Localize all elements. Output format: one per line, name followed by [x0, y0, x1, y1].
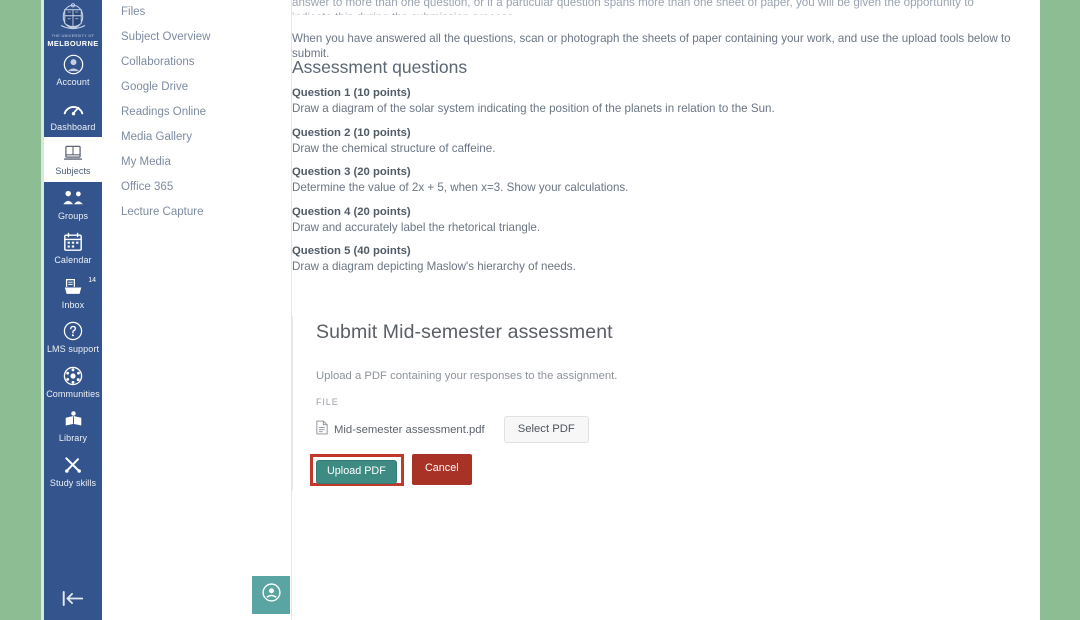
screenshot-root: THE UNIVERSITY OF MELBOURNE Account Dash… — [0, 0, 1080, 620]
intro-paragraph-text: answer to more than one question, or if … — [292, 0, 974, 15]
gnav-item-library[interactable]: Library — [44, 404, 102, 449]
university-name: MELBOURNE — [47, 39, 99, 48]
gnav-collapse-button[interactable] — [44, 590, 102, 612]
gnav-label-study-skills: Study skills — [49, 477, 97, 488]
course-nav-item-subject-overview[interactable]: Subject Overview — [102, 25, 292, 50]
submission-description: Upload a PDF containing your responses t… — [316, 370, 618, 382]
gnav-item-lms-support[interactable]: LMS support — [44, 315, 102, 360]
gnav-label-subjects: Subjects — [55, 166, 91, 176]
gnav-label-library: Library — [58, 433, 88, 443]
gnav-label-account: Account — [56, 77, 90, 87]
gnav-item-calendar[interactable]: Calendar — [44, 226, 102, 271]
assessment-questions-heading: Assessment questions — [292, 57, 468, 77]
collapse-left-arrow-icon — [60, 591, 86, 611]
question-item: Question 5 (40 points) Draw a diagram de… — [292, 244, 892, 274]
page-band-right — [1040, 0, 1080, 620]
question-title: Question 5 (40 points) — [292, 245, 411, 257]
university-crest-icon — [58, 3, 88, 33]
dashboard-icon — [44, 99, 102, 121]
gnav-item-dashboard[interactable]: Dashboard — [44, 93, 102, 138]
account-avatar-icon — [44, 54, 102, 76]
question-item: Question 4 (20 points) Draw and accurate… — [292, 205, 892, 235]
help-circle-icon — [261, 582, 282, 608]
intro-paragraph-clipped: answer to more than one question, or if … — [292, 0, 1022, 15]
question-text: Draw and accurately label the rhetorical… — [292, 220, 541, 234]
question-title: Question 2 (10 points) — [292, 126, 411, 139]
main-content: answer to more than one question, or if … — [292, 0, 1040, 620]
course-nav-item-media-gallery[interactable]: Media Gallery — [102, 125, 292, 150]
course-nav-item-office-365[interactable]: Office 365 — [102, 175, 292, 200]
page-band-left — [0, 0, 41, 620]
question-title: Question 1 (10 points) — [292, 87, 411, 99]
gnav-item-communities[interactable]: Communities — [44, 360, 102, 405]
help-fab-button[interactable] — [252, 576, 290, 614]
course-nav-item-files[interactable]: Files — [102, 0, 292, 25]
inbox-badge-count: 14 — [88, 276, 96, 284]
submission-title: Submit Mid-semester assessment — [316, 321, 613, 343]
question-circle-icon — [44, 321, 102, 343]
submission-widget: Submit Mid-semester assessment Upload a … — [292, 312, 1018, 512]
cancel-button[interactable]: Cancel — [412, 454, 472, 485]
university-logo[interactable]: THE UNIVERSITY OF MELBOURNE — [44, 0, 102, 48]
question-text: Draw a diagram depicting Maslow's hierar… — [292, 260, 576, 273]
question-item: Question 3 (20 points) Determine the val… — [292, 165, 892, 195]
calendar-icon — [44, 232, 102, 254]
course-nav-item-collaborations[interactable]: Collaborations — [102, 50, 292, 75]
inbox-tray-icon: 14 — [44, 277, 102, 299]
course-nav-item-lecture-capture[interactable]: Lecture Capture — [102, 200, 292, 225]
gnav-label-inbox: Inbox — [61, 299, 85, 310]
selected-file-name: Mid-semester assessment.pdf — [334, 423, 485, 436]
upload-pdf-button[interactable]: Upload PDF — [316, 460, 397, 484]
pdf-document-icon — [316, 420, 328, 440]
widget-divider — [292, 316, 293, 490]
gnav-item-study-skills[interactable]: Study skills — [44, 449, 102, 494]
gnav-label-dashboard: Dashboard — [50, 121, 96, 132]
course-nav-item-google-drive[interactable]: Google Drive — [102, 75, 292, 100]
file-row: Mid-semester assessment.pdf Select PDF — [316, 416, 1016, 443]
question-title: Question 4 (20 points) — [292, 205, 411, 218]
course-nav-item-my-media[interactable]: My Media — [102, 150, 292, 175]
study-skills-icon — [44, 455, 102, 477]
question-text: Draw a diagram of the solar system indic… — [292, 102, 775, 115]
gnav-item-account[interactable]: Account — [44, 48, 102, 93]
communities-globe-icon — [44, 366, 102, 388]
question-title: Question 3 (20 points) — [292, 166, 411, 178]
question-item: Question 1 (10 points) Draw a diagram of… — [292, 86, 892, 116]
gnav-item-groups[interactable]: Groups — [44, 182, 102, 227]
question-text: Determine the value of 2x + 5, when x=3.… — [292, 181, 629, 194]
course-navigation-menu: Files Subject Overview Collaborations Go… — [102, 0, 292, 620]
gnav-item-inbox[interactable]: 14 Inbox — [44, 271, 102, 316]
gnav-label-communities: Communities — [46, 388, 100, 399]
gnav-item-subjects[interactable]: Subjects — [44, 137, 102, 182]
select-pdf-button[interactable]: Select PDF — [503, 416, 589, 443]
course-nav-list: Files Subject Overview Collaborations Go… — [102, 0, 292, 225]
gnav-label-groups: Groups — [57, 210, 89, 221]
course-nav-item-readings-online[interactable]: Readings Online — [102, 100, 292, 125]
gnav-label-lms-support: LMS support — [46, 344, 100, 354]
file-section-label: FILE — [316, 397, 339, 407]
question-list: Question 1 (10 points) Draw a diagram of… — [292, 86, 892, 284]
library-book-icon — [44, 410, 102, 432]
gnav-label-calendar: Calendar — [54, 255, 92, 265]
widget-body: Submit Mid-semester assessment Upload a … — [310, 312, 1016, 493]
question-item: Question 2 (10 points) Draw the chemical… — [292, 126, 892, 156]
action-row: Upload PDF Cancel — [310, 454, 1016, 493]
subjects-book-icon — [44, 143, 102, 165]
groups-people-icon — [44, 188, 102, 210]
global-navigation-rail: THE UNIVERSITY OF MELBOURNE Account Dash… — [44, 0, 102, 620]
question-text: Draw the chemical structure of caffeine. — [292, 141, 496, 155]
